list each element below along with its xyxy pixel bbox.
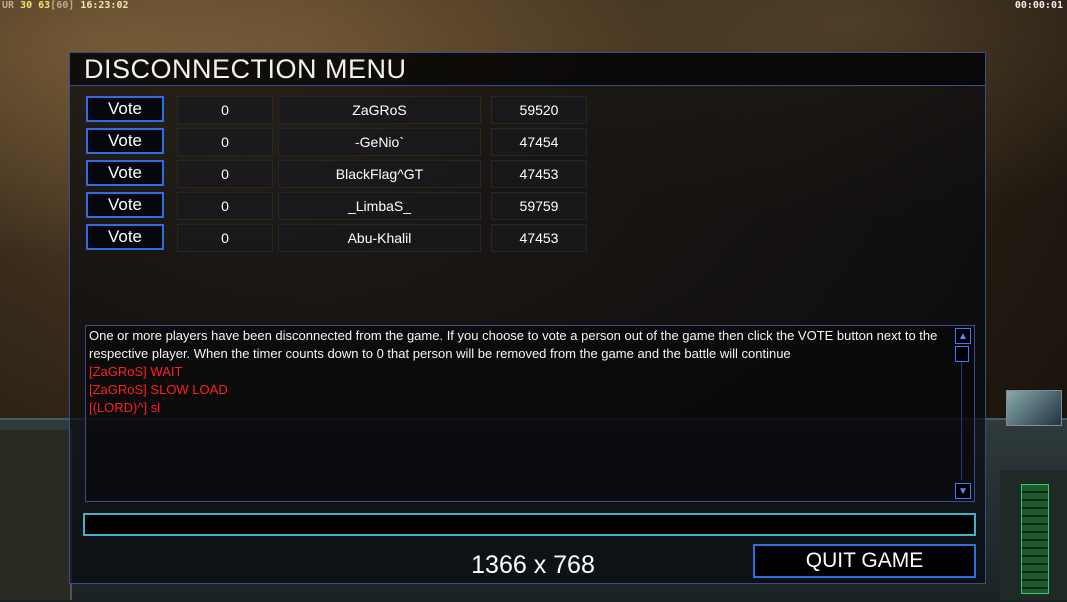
vote-button[interactable]: Vote: [86, 160, 164, 186]
overlay-value-a: 30: [20, 0, 33, 11]
player-name: -GeNio`: [278, 128, 481, 156]
vote-count: 0: [177, 128, 273, 156]
satellite-icon: [1006, 390, 1062, 426]
dialog-title: DISCONNECTION MENU: [84, 54, 407, 84]
radar-panel: [0, 430, 72, 600]
player-ping: 47453: [491, 160, 587, 188]
player-ping: 59520: [491, 96, 587, 124]
system-message: One or more players have been disconnect…: [89, 328, 938, 361]
overlay-clock: 16:23:02: [80, 0, 129, 11]
resolution-label: 1366 x 768: [471, 551, 595, 579]
vote-count: 0: [177, 224, 273, 252]
player-name: Abu-Khalil: [278, 224, 481, 252]
player-ping: 59759: [491, 192, 587, 220]
chat-message: [ZaGRoS] WAIT: [89, 364, 183, 379]
quit-game-button[interactable]: QUIT GAME: [753, 544, 976, 578]
scroll-up-arrow-icon[interactable]: ▲: [955, 328, 971, 344]
overlay-value-b: 63: [38, 0, 51, 11]
scroll-down-arrow-icon[interactable]: ▼: [955, 483, 971, 499]
game-timer: 00:00:01: [1014, 0, 1063, 11]
chat-message: [ZaGRoS] SLOW LOAD: [89, 382, 228, 397]
chat-message: [(LORD)^] sl: [89, 400, 161, 415]
vote-count: 0: [177, 160, 273, 188]
disconnection-dialog: DISCONNECTION MENU Vote 0 ZaGRoS 59520 V…: [69, 52, 986, 584]
chat-log[interactable]: One or more players have been disconnect…: [85, 325, 975, 502]
player-name: BlackFlag^GT: [278, 160, 481, 188]
player-name: _LimbaS_: [278, 192, 481, 220]
scroll-thumb[interactable]: [955, 346, 969, 362]
vote-count: 0: [177, 192, 273, 220]
fps-overlay: UR 30 63[60] 16:23:02: [2, 0, 129, 11]
chat-text: One or more players have been disconnect…: [89, 327, 953, 417]
overlay-value-c: [60]: [50, 0, 75, 11]
scroll-track: [961, 362, 962, 480]
player-name: ZaGRoS: [278, 96, 481, 124]
power-gauge: [1021, 484, 1049, 594]
player-ping: 47453: [491, 224, 587, 252]
vote-button[interactable]: Vote: [86, 224, 164, 250]
chat-input[interactable]: [83, 513, 976, 536]
chat-scrollbar[interactable]: ▲ ▼: [953, 326, 973, 501]
vote-button[interactable]: Vote: [86, 96, 164, 122]
overlay-prefix: UR: [2, 0, 15, 11]
vote-button[interactable]: Vote: [86, 192, 164, 218]
dialog-title-bar: DISCONNECTION MENU: [70, 53, 985, 86]
player-ping: 47454: [491, 128, 587, 156]
vote-button[interactable]: Vote: [86, 128, 164, 154]
vote-count: 0: [177, 96, 273, 124]
